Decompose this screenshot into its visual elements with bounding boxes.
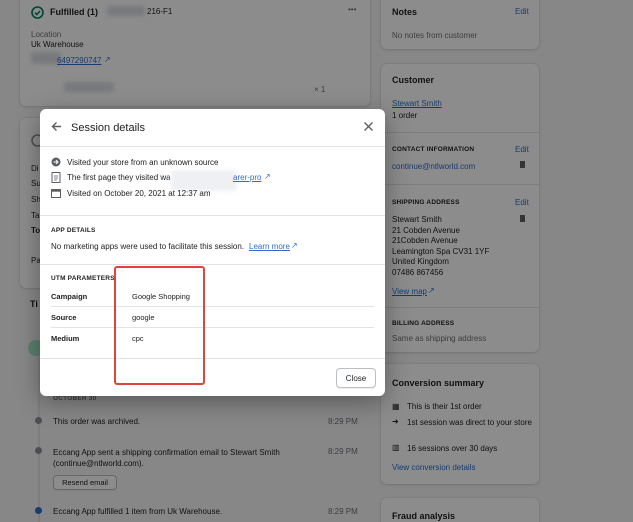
divider <box>40 146 385 147</box>
page-icon <box>51 172 61 185</box>
utm-key: Medium <box>51 334 80 343</box>
learn-more-link[interactable]: Learn more <box>249 242 290 251</box>
utm-key: Campaign <box>51 292 88 301</box>
arrow-circle-icon <box>51 157 61 169</box>
redacted-url <box>171 170 237 191</box>
first-page-text: The first page they visited wa <box>67 173 171 182</box>
utm-row-campaign: Campaign Google Shopping <box>51 286 374 307</box>
close-button[interactable]: Close <box>336 368 376 388</box>
external-link-icon: ↗ <box>291 241 298 250</box>
highlight-box <box>114 266 205 385</box>
modal-title: Session details <box>71 122 145 134</box>
visited-on-text: Visited on October 20, 2021 at 12:37 am <box>67 189 211 198</box>
calendar-icon <box>51 188 61 200</box>
visit-source-text: Visited your store from an unknown sourc… <box>67 158 219 167</box>
utm-row-medium: Medium cpc <box>51 328 374 349</box>
divider <box>40 358 385 359</box>
utm-row-source: Source google <box>51 307 374 328</box>
divider <box>40 215 385 216</box>
utm-header: UTM PARAMETERS <box>51 275 115 282</box>
session-details-modal: Session details Visited your store from … <box>40 109 385 396</box>
app-details-text: No marketing apps were used to facilitat… <box>51 242 244 251</box>
back-arrow-icon[interactable] <box>50 120 63 135</box>
first-page-link[interactable]: arer-pro <box>233 173 261 182</box>
close-icon[interactable] <box>363 121 374 134</box>
app-details-header: APP DETAILS <box>51 227 96 234</box>
utm-key: Source <box>51 313 77 322</box>
divider <box>40 264 385 265</box>
external-link-icon: ↗ <box>264 172 271 181</box>
